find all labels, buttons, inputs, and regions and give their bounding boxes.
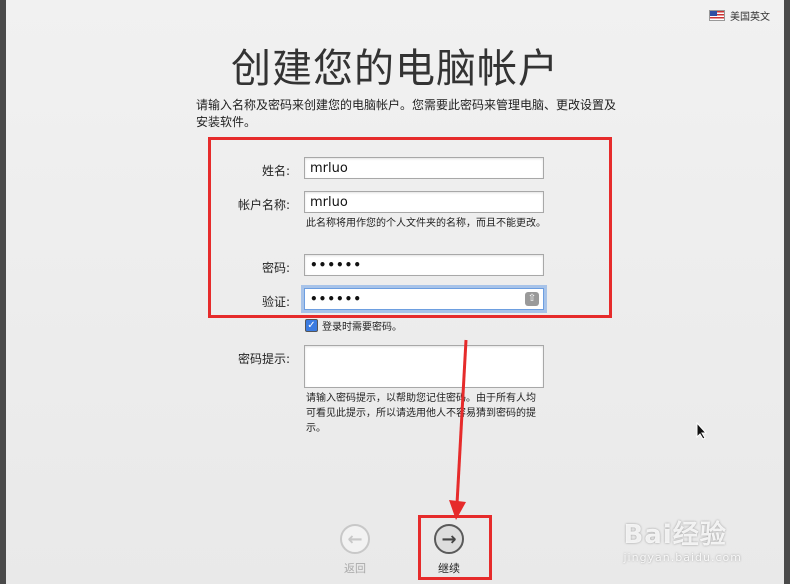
watermark-brand: Bai经验 [623, 520, 727, 550]
annotation-continue-box [418, 515, 492, 580]
setup-sheet: 美国英文 创建您的电脑帐户 请输入名称及密码来创建您的电脑帐户。您需要此密码来管… [6, 0, 784, 584]
watermark-url: jingyan.baidu.com [623, 551, 742, 564]
back-button[interactable]: ← 返回 [340, 524, 370, 576]
password-hint-note: 请输入密码提示，以帮助您记住密码。由于所有人均可看见此提示，所以请选用他人不容易… [306, 393, 536, 434]
mouse-pointer-icon [696, 422, 708, 440]
watermark: Bai经验 jingyan.baidu.com [623, 514, 742, 564]
intro-text: 请输入名称及密码来创建您的电脑帐户。您需要此密码来管理电脑、更改设置及安装软件。 [196, 98, 617, 129]
require-password-row[interactable]: ✓ 登录时需要密码。 [305, 318, 402, 333]
us-flag-icon [709, 10, 725, 21]
language-label: 美国英文 [730, 12, 770, 23]
page-title: 创建您的电脑帐户 [231, 46, 559, 92]
annotation-form-box [208, 137, 612, 318]
back-arrow-icon: ← [340, 524, 370, 554]
require-password-checkbox[interactable]: ✓ [305, 319, 318, 332]
password-hint-input[interactable] [304, 345, 544, 388]
language-indicator[interactable]: 美国英文 [709, 8, 770, 23]
password-hint-label: 密码提示: [237, 352, 290, 366]
back-label: 返回 [344, 562, 366, 575]
require-password-label: 登录时需要密码。 [322, 322, 402, 333]
